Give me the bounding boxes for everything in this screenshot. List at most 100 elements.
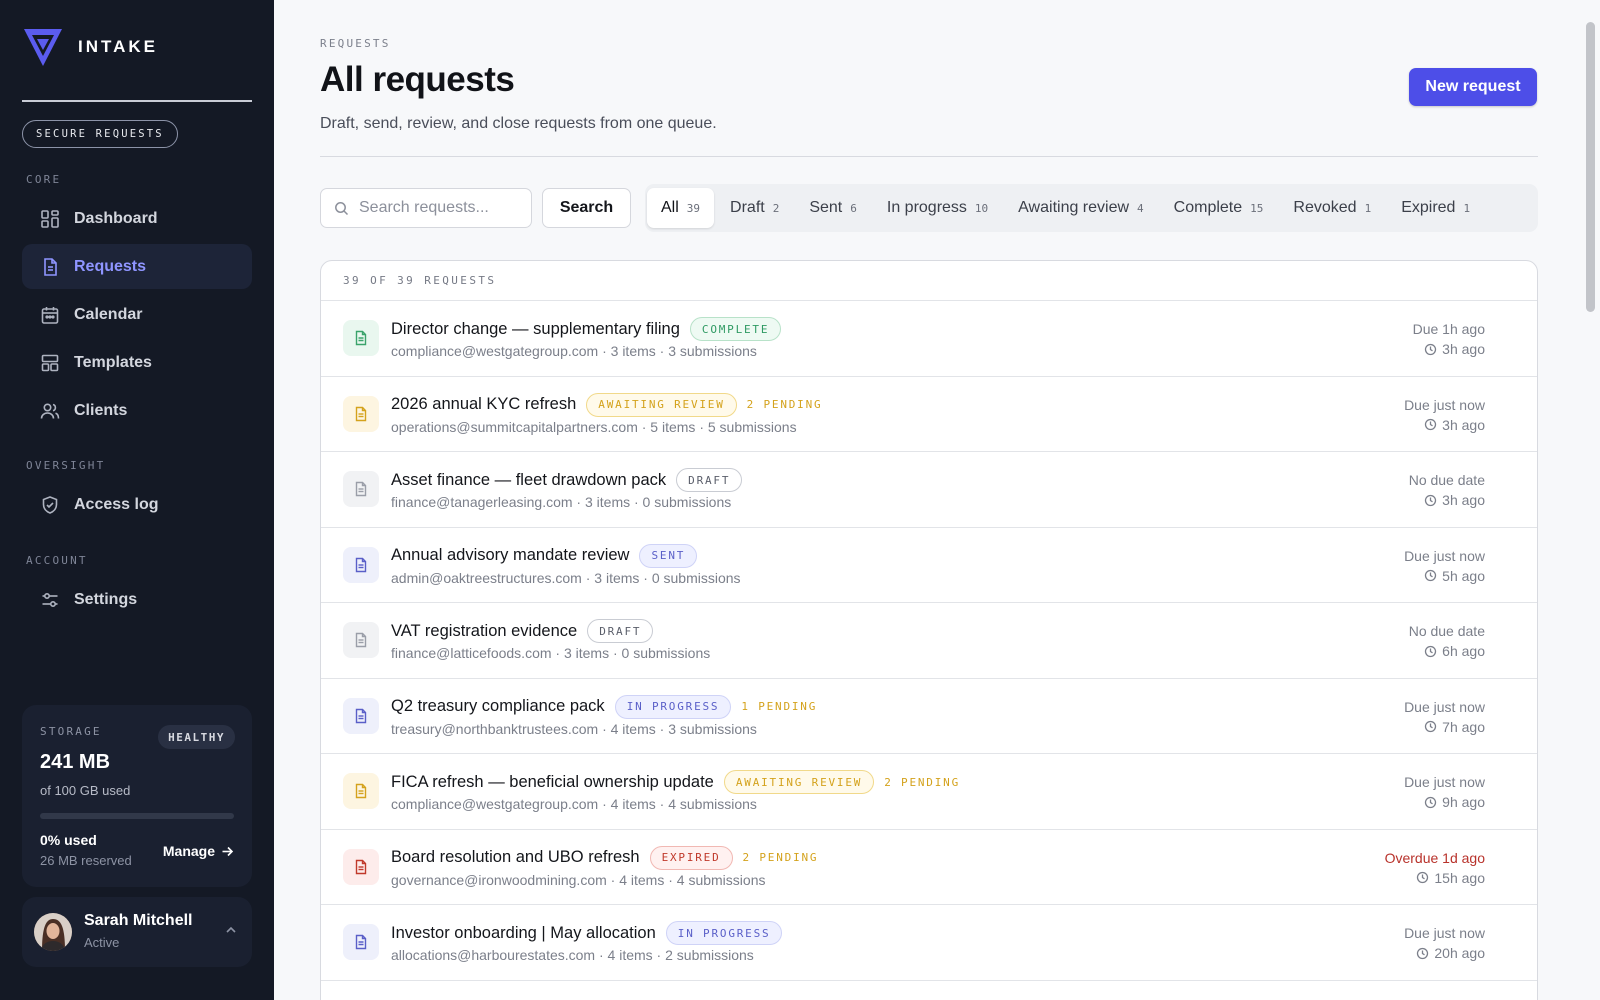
sidebar-item-templates[interactable]: Templates — [22, 340, 252, 385]
brand-divider — [22, 100, 252, 102]
request-meta: compliance@westgategroup.com · 3 items ·… — [391, 343, 757, 359]
list-item[interactable]: Investor onboarding | May allocation IN P… — [321, 905, 1537, 981]
status-badge: DRAFT — [676, 468, 743, 492]
list-item[interactable]: Asset finance — fleet drawdown pack DRAFT… — [321, 452, 1537, 528]
search-input[interactable] — [359, 199, 519, 217]
sliders-icon — [42, 592, 58, 607]
request-title[interactable]: Investor onboarding | May allocation — [391, 924, 656, 943]
tab-expired[interactable]: Expired 1 — [1387, 188, 1484, 228]
updated-time: 20h ago — [1416, 945, 1485, 961]
clock-icon — [1425, 645, 1437, 657]
request-icon — [343, 622, 379, 658]
sidebar-item-dashboard[interactable]: Dashboard — [22, 196, 252, 241]
tab-count: 6 — [850, 201, 857, 215]
sidebar-item-label: Calendar — [74, 305, 143, 323]
list-item[interactable]: VAT registration evidence DRAFT finance@la… — [321, 603, 1537, 679]
sidebar-item-calendar[interactable]: Calendar — [22, 292, 252, 337]
sidebar-item-label: Dashboard — [74, 209, 158, 227]
list-item[interactable]: Q2 treasury compliance pack IN PROGRESS 1 … — [321, 679, 1537, 754]
list-item[interactable]: 2026 annual KYC refresh AWAITING REVIEW 2 … — [321, 377, 1537, 452]
requests-list: 39 OF 39 REQUESTS Director change — supp… — [320, 260, 1538, 1000]
logo-icon — [24, 29, 62, 66]
search-button[interactable]: Search — [542, 188, 631, 228]
status-badge: IN PROGRESS — [665, 921, 783, 945]
request-meta: allocations@harbourestates.com · 4 items… — [391, 947, 754, 963]
row-title-line: Investor onboarding | May allocation IN P… — [391, 921, 783, 945]
user-menu[interactable]: Sarah Mitchell Active — [22, 897, 252, 967]
status-badge: AWAITING REVIEW — [586, 392, 737, 417]
list-item[interactable]: Director change — supplementary filing CO… — [321, 301, 1537, 377]
request-meta: finance@tanagerleasing.com · 3 items · 0… — [391, 494, 732, 510]
row-title-line: Annual advisory mandate review SENT — [391, 543, 698, 568]
request-title[interactable]: Q2 treasury compliance pack — [391, 697, 605, 716]
request-meta: finance@latticefoods.com · 3 items · 0 s… — [391, 645, 711, 661]
tab-draft[interactable]: Draft 2 — [716, 188, 793, 228]
list-item[interactable]: FICA refresh — beneficial ownership upda… — [321, 754, 1537, 830]
updated-time: 9h ago — [1424, 794, 1485, 810]
tab-count: 1 — [1364, 201, 1372, 215]
request-title[interactable]: Director change — supplementary filing — [391, 320, 680, 339]
request-icon — [343, 395, 379, 432]
tab-awaiting-review[interactable]: Awaiting review 4 — [1004, 188, 1158, 228]
requests-rows: Director change — supplementary filing CO… — [321, 301, 1537, 981]
sidebar-item-clients[interactable]: Clients — [22, 388, 252, 433]
request-title[interactable]: VAT registration evidence — [391, 622, 577, 641]
arrow-right-icon — [222, 846, 234, 856]
updated-time: 15h ago — [1416, 870, 1485, 886]
manage-storage-link[interactable]: Manage — [163, 843, 234, 859]
storage-progress-bar — [40, 813, 234, 819]
scrollbar[interactable] — [1586, 0, 1598, 1000]
new-request-button[interactable]: New request — [1409, 68, 1537, 106]
document-icon — [355, 934, 367, 950]
row-title-line: 2026 annual KYC refresh AWAITING REVIEW 2 … — [391, 392, 822, 417]
tab-sent[interactable]: Sent 6 — [795, 188, 871, 228]
request-title[interactable]: Annual advisory mandate review — [391, 546, 629, 565]
request-icon — [343, 320, 379, 356]
request-icon — [343, 924, 379, 960]
nav-section-core: CORE — [26, 173, 62, 186]
row-title-line: FICA refresh — beneficial ownership upda… — [391, 770, 960, 794]
tab-label: Revoked — [1293, 199, 1357, 216]
tab-count: 2 — [772, 201, 780, 215]
status-filter-tabs: All 39 Draft 2 Sent 6 In progress 10 Awaitin… — [645, 184, 1538, 232]
row-title-line: Director change — supplementary filing CO… — [391, 317, 782, 341]
row-title-line: Asset finance — fleet drawdown pack DRAFT — [391, 468, 743, 492]
sidebar-item-label: Requests — [74, 257, 147, 275]
sidebar-item-label: Clients — [74, 401, 128, 419]
clock-icon — [1425, 569, 1437, 582]
scrollbar-thumb[interactable] — [1586, 22, 1595, 312]
tab-label: Sent — [809, 199, 843, 216]
status-badge: IN PROGRESS — [614, 694, 732, 719]
sidebar-item-access-log[interactable]: Access log — [22, 482, 252, 527]
storage-capacity: of 100 GB used — [40, 783, 131, 798]
request-title[interactable]: Asset finance — fleet drawdown pack — [391, 471, 666, 490]
updated-time-label: 20h ago — [1434, 945, 1485, 961]
status-badge: EXPIRED — [649, 845, 733, 870]
list-item[interactable]: Board resolution and UBO refresh EXPIRED 2… — [321, 830, 1537, 905]
sidebar-item-label: Access log — [74, 495, 159, 513]
request-title[interactable]: 2026 annual KYC refresh — [391, 395, 576, 414]
search-field[interactable] — [320, 188, 532, 228]
page-subtitle: Draft, send, review, and close requests … — [320, 115, 717, 132]
grid-icon — [41, 209, 59, 228]
list-item[interactable]: Annual advisory mandate review SENT admin@… — [321, 528, 1537, 603]
sidebar-item-requests[interactable]: Requests — [22, 244, 252, 289]
due-status: Due just now — [1404, 547, 1485, 564]
sidebar-item-settings[interactable]: Settings — [22, 577, 252, 622]
document-icon — [355, 557, 367, 572]
request-title[interactable]: Board resolution and UBO refresh — [391, 848, 640, 867]
user-name: Sarah Mitchell — [84, 912, 193, 929]
tab-in-progress[interactable]: In progress 10 — [873, 188, 1002, 228]
updated-time: 3h ago — [1424, 341, 1485, 357]
tab-all[interactable]: All 39 — [647, 188, 715, 228]
status-badge: DRAFT — [587, 619, 654, 643]
tab-revoked[interactable]: Revoked 1 — [1279, 188, 1385, 228]
due-status: No due date — [1408, 472, 1485, 488]
updated-time-label: 6h ago — [1442, 643, 1485, 659]
sidebar-item-label: Templates — [74, 353, 152, 371]
brand[interactable]: INTAKE — [22, 26, 158, 68]
tab-complete[interactable]: Complete 15 — [1160, 188, 1278, 228]
clock-icon — [1425, 494, 1437, 506]
avatar — [34, 913, 72, 951]
request-title[interactable]: FICA refresh — beneficial ownership upda… — [391, 773, 714, 792]
